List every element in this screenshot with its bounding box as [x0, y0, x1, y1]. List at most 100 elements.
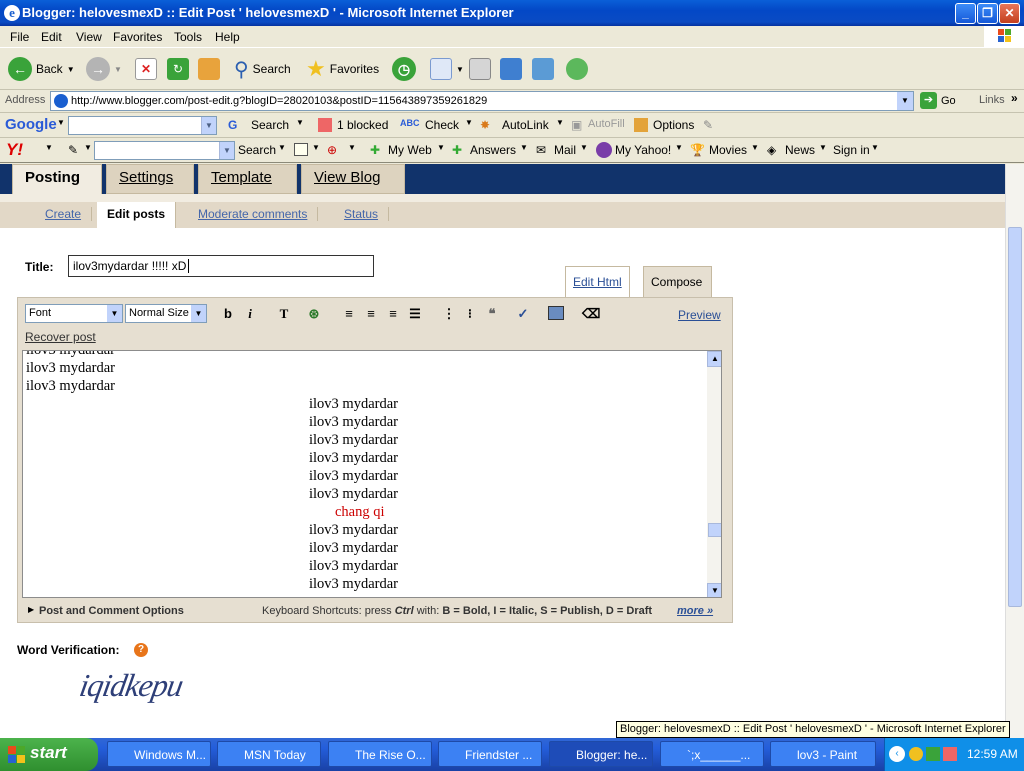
subtab-create[interactable]: Create: [35, 207, 93, 221]
start-button[interactable]: start: [0, 738, 98, 771]
check-button[interactable]: Check: [425, 118, 459, 132]
pencil-icon[interactable]: ✎: [68, 143, 78, 157]
myyahoo-button[interactable]: My Yahoo!: [615, 143, 671, 157]
menu-edit[interactable]: Edit: [41, 30, 62, 44]
page-scroll-thumb[interactable]: [1008, 227, 1022, 607]
size-select[interactable]: Normal Size ▼: [125, 304, 207, 323]
menu-favorites[interactable]: Favorites: [113, 30, 162, 44]
check-menu-icon[interactable]: ▼: [465, 118, 473, 127]
messenger-button[interactable]: [566, 55, 588, 83]
link-icon[interactable]: ⊛: [306, 306, 322, 322]
movies-button[interactable]: Movies: [709, 143, 747, 157]
myyahoo-menu-icon[interactable]: ▼: [675, 143, 683, 152]
align-right-icon[interactable]: ≡: [385, 306, 401, 321]
yahoo-search-button[interactable]: Search: [238, 143, 276, 157]
refresh-button[interactable]: ↻: [167, 55, 189, 83]
italic-icon[interactable]: i: [242, 306, 258, 322]
post-title-input[interactable]: ilov3mydardar !!!!! xD: [68, 255, 374, 277]
news-menu-icon[interactable]: ▼: [819, 143, 827, 152]
options-button[interactable]: Options: [653, 118, 694, 132]
post-options-toggle[interactable]: Post and Comment Options: [39, 605, 184, 617]
edit-button[interactable]: [500, 55, 522, 83]
eraser-icon[interactable]: ⌫: [582, 306, 600, 322]
close-button[interactable]: ✕: [999, 3, 1020, 24]
google-search-input[interactable]: ▼: [68, 116, 217, 135]
window-icon[interactable]: [294, 143, 308, 156]
task-friendster[interactable]: Friendster ...: [438, 741, 542, 767]
news-button[interactable]: News: [785, 143, 815, 157]
maximize-button[interactable]: ❐: [977, 3, 998, 24]
subtab-status[interactable]: Status: [334, 207, 390, 221]
google-search-button[interactable]: Search: [251, 118, 289, 132]
popup-blocked-count[interactable]: 1 blocked: [337, 118, 388, 132]
signin-menu-icon[interactable]: ▼: [871, 143, 879, 152]
task-windows-media[interactable]: Windows M...: [107, 741, 211, 767]
google-menu-icon[interactable]: ▼: [57, 118, 65, 127]
menu-help[interactable]: Help: [215, 30, 240, 44]
subtab-edit-posts[interactable]: Edit posts: [97, 202, 177, 228]
links-label[interactable]: Links: [979, 94, 1005, 106]
autolink-button[interactable]: AutoLink: [502, 118, 549, 132]
answers-menu-icon[interactable]: ▼: [520, 143, 528, 152]
research-button[interactable]: [532, 55, 554, 83]
address-dropdown-icon[interactable]: ▼: [897, 92, 913, 110]
pencil-menu-icon[interactable]: ▼: [84, 143, 92, 152]
google-logo[interactable]: Google: [5, 116, 57, 133]
yahoo-menu-icon[interactable]: ▼: [45, 143, 53, 152]
movies-menu-icon[interactable]: ▼: [751, 143, 759, 152]
spellcheck-icon[interactable]: ✓: [515, 306, 531, 322]
image-icon[interactable]: [548, 306, 564, 320]
highlighter-icon[interactable]: ✎: [703, 118, 713, 132]
tab-compose[interactable]: Compose: [643, 266, 712, 300]
chevron-down-icon[interactable]: ▼: [219, 142, 234, 159]
minimize-button[interactable]: _: [955, 3, 976, 24]
favorites-button[interactable]: ★ Favorites: [306, 55, 379, 83]
go-button[interactable]: ➔ Go: [920, 92, 956, 109]
scroll-up-icon[interactable]: ▲: [707, 351, 721, 367]
menu-view[interactable]: View: [76, 30, 102, 44]
editor-scrollbar[interactable]: ▲ ▼: [707, 351, 721, 597]
post-body-editor[interactable]: ilov3 mydardar ilov3 mydardar ilov3 myda…: [22, 350, 722, 598]
window-menu-icon[interactable]: ▼: [312, 143, 320, 152]
clock[interactable]: 12:59 AM: [967, 747, 1018, 761]
yahoo-logo-icon[interactable]: Y!: [6, 140, 23, 160]
back-button[interactable]: ← Back ▼: [8, 55, 75, 83]
mail-menu-icon[interactable]: ▼: [580, 143, 588, 152]
mail-button[interactable]: ▼: [430, 55, 464, 83]
text-color-icon[interactable]: T: [276, 306, 292, 322]
menu-file[interactable]: File: [10, 30, 29, 44]
stop-button[interactable]: ✕: [135, 55, 157, 83]
print-button[interactable]: [469, 55, 491, 83]
crosshair-icon[interactable]: ⊕: [327, 143, 337, 157]
forward-button[interactable]: → ▼: [86, 55, 122, 83]
links-chevron-icon[interactable]: »: [1011, 91, 1018, 105]
align-center-icon[interactable]: ≡: [363, 306, 379, 321]
subtab-moderate-comments[interactable]: Moderate comments: [188, 207, 319, 221]
window-title-bar[interactable]: e Blogger: helovesmexD :: Edit Post ' he…: [0, 0, 1024, 26]
tab-settings[interactable]: Settings: [106, 164, 194, 194]
more-shortcuts-link[interactable]: more »: [677, 605, 713, 617]
font-select[interactable]: Font ▼: [25, 304, 123, 323]
blockquote-icon[interactable]: ❝: [484, 306, 500, 322]
answers-button[interactable]: Answers: [470, 143, 516, 157]
scroll-thumb[interactable]: [708, 523, 721, 537]
task-msn-today[interactable]: MSN Today: [217, 741, 321, 767]
address-field[interactable]: http://www.blogger.com/post-edit.g?blogI…: [50, 91, 914, 111]
tray-antivirus-icon[interactable]: [943, 747, 957, 761]
yahoo-search-menu-icon[interactable]: ▼: [278, 143, 286, 152]
bullet-list-icon[interactable]: ⁝: [462, 306, 478, 322]
search-button[interactable]: ⚲ Search: [234, 55, 291, 83]
yahoo-search-input[interactable]: ▼: [94, 141, 235, 160]
history-button[interactable]: ◷: [392, 55, 416, 83]
tab-posting[interactable]: Posting: [12, 164, 102, 196]
tray-messenger-icon[interactable]: [926, 747, 940, 761]
task-paint[interactable]: lov3 - Paint: [770, 741, 876, 767]
myweb-button[interactable]: My Web: [388, 143, 432, 157]
align-left-icon[interactable]: ≡: [341, 306, 357, 321]
scroll-down-icon[interactable]: ▼: [707, 583, 721, 597]
home-button[interactable]: [198, 55, 220, 83]
tab-view-blog[interactable]: View Blog: [301, 164, 405, 194]
tray-expand-icon[interactable]: ‹: [889, 746, 905, 762]
yahoo-mail-button[interactable]: Mail: [554, 143, 576, 157]
help-icon[interactable]: ?: [134, 643, 148, 657]
